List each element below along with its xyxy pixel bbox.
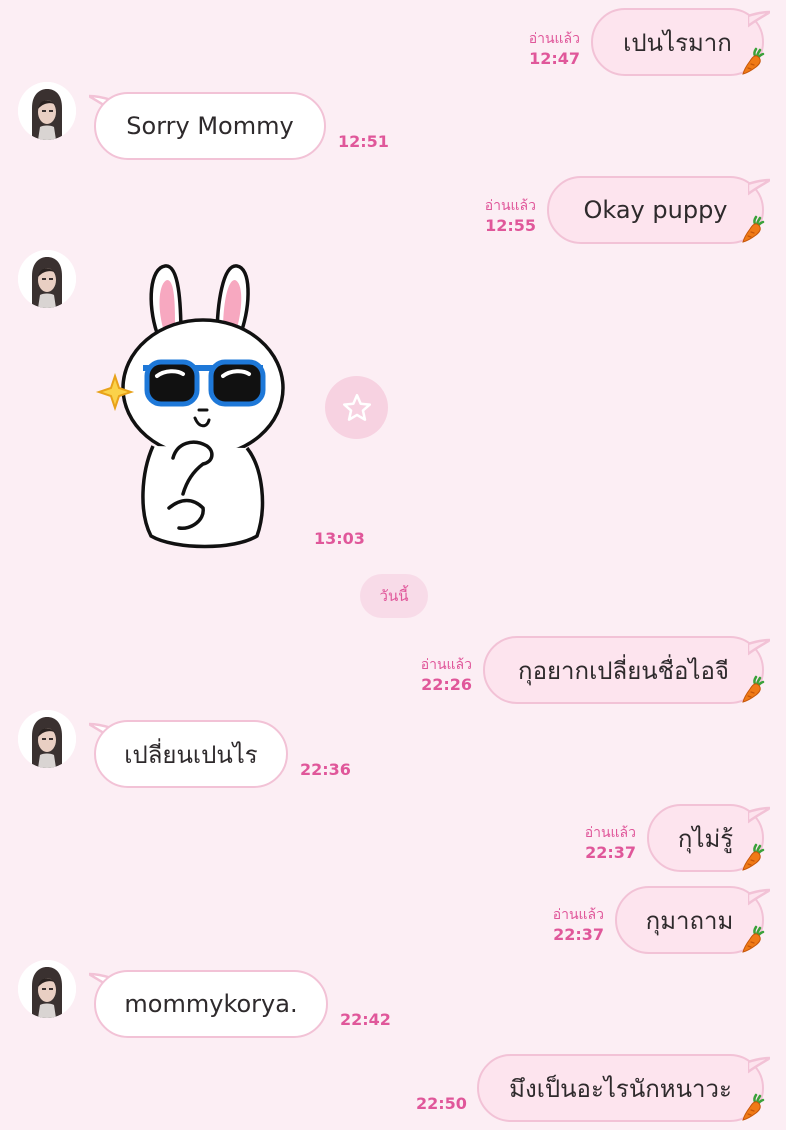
carrot-icon bbox=[740, 1092, 766, 1122]
bubble-tail bbox=[748, 8, 770, 28]
message-time: 12:51 bbox=[338, 132, 389, 151]
message-time: 22:37 bbox=[585, 843, 636, 862]
bubble-tail bbox=[748, 804, 770, 824]
read-receipt: อ่านแล้ว bbox=[420, 657, 472, 673]
carrot-icon bbox=[740, 214, 766, 244]
read-receipt: อ่านแล้ว bbox=[584, 825, 636, 841]
date-separator: วันนี้ bbox=[360, 574, 428, 618]
outgoing-message-bubble[interactable]: เปนไรมาก bbox=[591, 8, 764, 76]
message-text: กุอยากเปลี่ยนชื่อไอจี bbox=[518, 656, 729, 685]
favorite-sticker-button[interactable] bbox=[325, 376, 388, 439]
bubble-tail bbox=[748, 636, 770, 656]
carrot-icon bbox=[740, 842, 766, 872]
contact-avatar[interactable] bbox=[18, 250, 76, 308]
bubble-tail bbox=[748, 176, 770, 196]
incoming-message-bubble[interactable]: Sorry Mommy bbox=[94, 92, 326, 160]
message-text: Sorry Mommy bbox=[126, 112, 294, 140]
contact-avatar[interactable] bbox=[18, 960, 76, 1018]
contact-avatar[interactable] bbox=[18, 82, 76, 140]
message-meta: อ่านแล้ว 12:47 bbox=[500, 30, 580, 68]
message-meta: อ่านแล้ว 22:37 bbox=[556, 824, 636, 862]
carrot-icon bbox=[740, 674, 766, 704]
incoming-message-bubble[interactable]: เปลี่ยนเปนไร bbox=[94, 720, 288, 788]
message-time: 22:50 bbox=[416, 1094, 467, 1113]
read-receipt: อ่านแล้ว bbox=[528, 31, 580, 47]
read-receipt: อ่านแล้ว bbox=[484, 198, 536, 214]
outgoing-message-bubble[interactable]: Okay puppy bbox=[547, 176, 764, 244]
carrot-icon bbox=[740, 46, 766, 76]
contact-avatar[interactable] bbox=[18, 710, 76, 768]
message-text: เปลี่ยนเปนไร bbox=[124, 740, 258, 769]
outgoing-message-bubble[interactable]: กุอยากเปลี่ยนชื่อไอจี bbox=[483, 636, 764, 704]
message-time: 22:42 bbox=[340, 1010, 391, 1029]
bubble-tail bbox=[748, 886, 770, 906]
message-text: กุไม่รู้ bbox=[677, 824, 734, 853]
carrot-icon bbox=[740, 924, 766, 954]
message-meta: อ่านแล้ว 22:26 bbox=[392, 656, 472, 694]
message-text: Okay puppy bbox=[583, 196, 728, 224]
message-meta: อ่านแล้ว 22:37 bbox=[524, 906, 604, 944]
message-text: เปนไรมาก bbox=[623, 28, 732, 57]
message-text: กุมาถาม bbox=[645, 906, 734, 935]
outgoing-message-bubble[interactable]: มึงเป็นอะไรนักหนาวะ bbox=[477, 1054, 764, 1122]
message-time: 22:36 bbox=[300, 760, 351, 779]
message-text: mommykorya. bbox=[124, 990, 298, 1018]
message-time: 12:47 bbox=[529, 49, 580, 68]
bubble-tail bbox=[748, 1054, 770, 1074]
read-receipt: อ่านแล้ว bbox=[552, 907, 604, 923]
message-meta: อ่านแล้ว 12:55 bbox=[456, 197, 536, 235]
incoming-message-bubble[interactable]: mommykorya. bbox=[94, 970, 328, 1038]
star-icon bbox=[342, 393, 371, 421]
message-time: 12:55 bbox=[485, 216, 536, 235]
brown-cony-sunglasses-sticker[interactable] bbox=[95, 258, 305, 553]
message-time: 22:26 bbox=[421, 675, 472, 694]
message-time: 22:37 bbox=[553, 925, 604, 944]
message-text: มึงเป็นอะไรนักหนาวะ bbox=[509, 1074, 732, 1103]
message-time: 13:03 bbox=[314, 529, 365, 548]
